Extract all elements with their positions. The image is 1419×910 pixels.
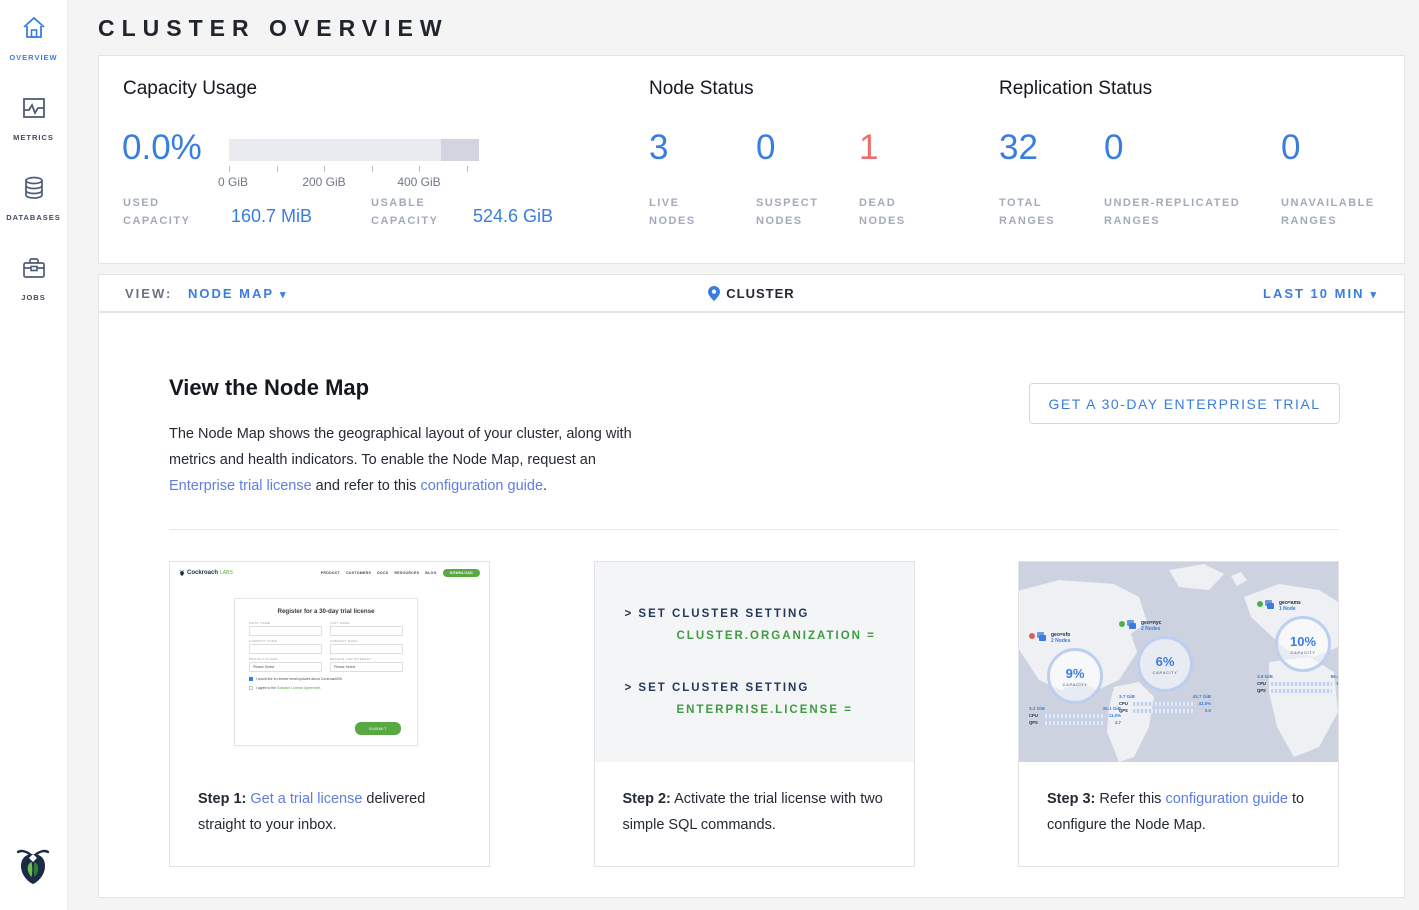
step2-code-block: > SET CLUSTER SETTING CLUSTER.ORGANIZATI… bbox=[595, 562, 914, 762]
sql-command-2-arg: ENTERPRISE.LICENSE = bbox=[677, 702, 914, 718]
capacity-bar bbox=[229, 139, 479, 161]
total-ranges-label: TOTALRANGES bbox=[999, 194, 1055, 230]
sidebar: OVERVIEW METRICS DATABASES JOBS bbox=[0, 0, 68, 910]
capacity-usage-title: Capacity Usage bbox=[123, 78, 257, 100]
capacity-donut: 6% CAPACITY bbox=[1137, 636, 1193, 692]
used-capacity-value: 160.7 MiB bbox=[231, 206, 312, 227]
step3-node-map-preview: geo=sfo 2 Nodes 9% CAPACITY 3.2 GiB35.1 … bbox=[1019, 562, 1338, 762]
axis-tick bbox=[324, 166, 325, 172]
nodes-icon bbox=[1037, 632, 1047, 641]
mock-site-header: CockroachLABS PRODUCT CUSTOMERS DOCS RES… bbox=[170, 562, 489, 584]
sidebar-item-overview[interactable]: OVERVIEW bbox=[0, 14, 67, 62]
sql-command-1: > SET CLUSTER SETTING bbox=[625, 606, 914, 622]
mock-form-title: Register for a 30-day trial license bbox=[249, 608, 403, 615]
sql-command-1-arg: CLUSTER.ORGANIZATION = bbox=[677, 628, 914, 644]
view-bar: VIEW: NODE MAP▾ CLUSTER LAST 10 MIN▾ bbox=[98, 274, 1405, 312]
usable-capacity-value: 524.6 GiB bbox=[473, 206, 553, 227]
axis-label-0: 0 GiB bbox=[218, 175, 248, 189]
mock-trial-form: Register for a 30-day trial license FIRS… bbox=[234, 598, 418, 746]
sidebar-item-metrics[interactable]: METRICS bbox=[0, 94, 67, 142]
status-dot-red bbox=[1029, 633, 1035, 639]
briefcase-icon bbox=[20, 254, 48, 282]
live-nodes-label: LIVENODES bbox=[649, 194, 696, 230]
mock-download-button: DOWNLOAD bbox=[443, 569, 480, 577]
main-area: CLUSTER OVERVIEW Capacity Usage 0.0% 0 G… bbox=[68, 0, 1419, 910]
node-status-title: Node Status bbox=[649, 78, 754, 100]
section-description: The Node Map shows the geographical layo… bbox=[169, 421, 651, 499]
section-title: View the Node Map bbox=[169, 375, 369, 401]
live-nodes-value: 3 bbox=[649, 128, 668, 168]
axis-label-200: 200 GiB bbox=[302, 175, 345, 189]
under-replicated-ranges-value: 0 bbox=[1104, 128, 1123, 168]
suspect-nodes-label: SUSPECTNODES bbox=[756, 194, 818, 230]
metrics-icon bbox=[20, 94, 48, 122]
axis-label-400: 400 GiB bbox=[397, 175, 440, 189]
sql-command-2: > SET CLUSTER SETTING bbox=[625, 680, 914, 696]
suspect-nodes-value: 0 bbox=[756, 128, 775, 168]
sidebar-item-jobs[interactable]: JOBS bbox=[0, 254, 67, 302]
sidebar-item-label: METRICS bbox=[0, 133, 67, 142]
axis-tick bbox=[419, 166, 420, 172]
breadcrumb: CLUSTER bbox=[99, 286, 1404, 301]
status-dot-green bbox=[1257, 601, 1263, 607]
database-icon bbox=[20, 174, 48, 202]
step1-caption: Step 1: Get a trial license delivered st… bbox=[170, 762, 489, 838]
dead-nodes-value: 1 bbox=[859, 128, 878, 168]
locality-sfo: geo=sfo 2 Nodes 9% CAPACITY 3.2 GiB35.1 … bbox=[1029, 632, 1121, 725]
location-pin-icon bbox=[708, 286, 720, 301]
mock-site-brand: CockroachLABS bbox=[179, 569, 233, 577]
get-trial-license-link[interactable]: Get a trial license bbox=[250, 791, 362, 807]
axis-tick bbox=[277, 166, 278, 172]
axis-tick bbox=[372, 166, 373, 172]
nodes-icon bbox=[1265, 600, 1275, 609]
enterprise-trial-button[interactable]: GET A 30-DAY ENTERPRISE TRIAL bbox=[1029, 383, 1340, 424]
divider bbox=[169, 529, 1339, 530]
axis-tick bbox=[467, 166, 468, 172]
unavailable-ranges-label: UNAVAILABLERANGES bbox=[1281, 194, 1375, 230]
sidebar-item-label: DATABASES bbox=[0, 213, 67, 222]
enterprise-trial-license-link[interactable]: Enterprise trial license bbox=[169, 478, 312, 494]
sidebar-item-label: OVERVIEW bbox=[0, 53, 67, 62]
used-capacity-label: USEDCAPACITY bbox=[123, 194, 190, 230]
page-title: CLUSTER OVERVIEW bbox=[98, 15, 449, 42]
mock-submit-button: SUBMIT bbox=[355, 722, 401, 735]
step1-screenshot: CockroachLABS PRODUCT CUSTOMERS DOCS RES… bbox=[170, 562, 489, 762]
dead-nodes-label: DEADNODES bbox=[859, 194, 906, 230]
sidebar-item-databases[interactable]: DATABASES bbox=[0, 174, 67, 222]
nodes-icon bbox=[1127, 620, 1137, 629]
cockroach-bug-icon bbox=[179, 569, 185, 577]
capacity-donut: 9% CAPACITY bbox=[1047, 648, 1103, 704]
sidebar-item-label: JOBS bbox=[0, 293, 67, 302]
node-map-placeholder-panel: View the Node Map The Node Map shows the… bbox=[98, 312, 1405, 898]
mock-site-nav: PRODUCT CUSTOMERS DOCS RESOURCES BLOG DO… bbox=[321, 569, 480, 577]
step1-card: CockroachLABS PRODUCT CUSTOMERS DOCS RES… bbox=[169, 561, 490, 867]
under-replicated-ranges-label: UNDER-REPLICATEDRANGES bbox=[1104, 194, 1240, 230]
configuration-guide-link-2[interactable]: configuration guide bbox=[1165, 791, 1288, 807]
cluster-summary-panel: Capacity Usage 0.0% 0 GiB 200 GiB 400 Gi… bbox=[98, 55, 1405, 264]
steps-cards: CockroachLABS PRODUCT CUSTOMERS DOCS RES… bbox=[169, 561, 1339, 867]
mock-checkbox-checked bbox=[249, 677, 253, 681]
capacity-used-percent: 0.0% bbox=[122, 128, 202, 168]
cockroachdb-logo bbox=[14, 845, 52, 892]
capacity-bar-other-segment bbox=[441, 139, 479, 161]
locality-nyc: geo=nyc 2 Nodes 6% CAPACITY 3.7 GiB43.7 … bbox=[1119, 620, 1211, 713]
configuration-guide-link[interactable]: configuration guide bbox=[420, 478, 543, 494]
replication-status-title: Replication Status bbox=[999, 78, 1152, 100]
home-icon bbox=[20, 14, 48, 42]
usable-capacity-label: USABLECAPACITY bbox=[371, 194, 438, 230]
locality-ams: geo=ams 1 Node 10% CAPACITY 3.6 GiB56.4 … bbox=[1257, 600, 1338, 693]
cockroach-bug-icon bbox=[14, 845, 52, 887]
mock-checkbox-unchecked bbox=[249, 686, 253, 690]
axis-tick bbox=[229, 166, 230, 172]
total-ranges-value: 32 bbox=[999, 128, 1038, 168]
status-dot-green bbox=[1119, 621, 1125, 627]
step2-card: > SET CLUSTER SETTING CLUSTER.ORGANIZATI… bbox=[594, 561, 915, 867]
step3-card: geo=sfo 2 Nodes 9% CAPACITY 3.2 GiB35.1 … bbox=[1018, 561, 1339, 867]
unavailable-ranges-value: 0 bbox=[1281, 128, 1300, 168]
capacity-donut: 10% CAPACITY bbox=[1275, 616, 1331, 672]
step2-caption: Step 2: Activate the trial license with … bbox=[595, 762, 914, 838]
step3-caption: Step 3: Refer this configuration guide t… bbox=[1019, 762, 1338, 838]
